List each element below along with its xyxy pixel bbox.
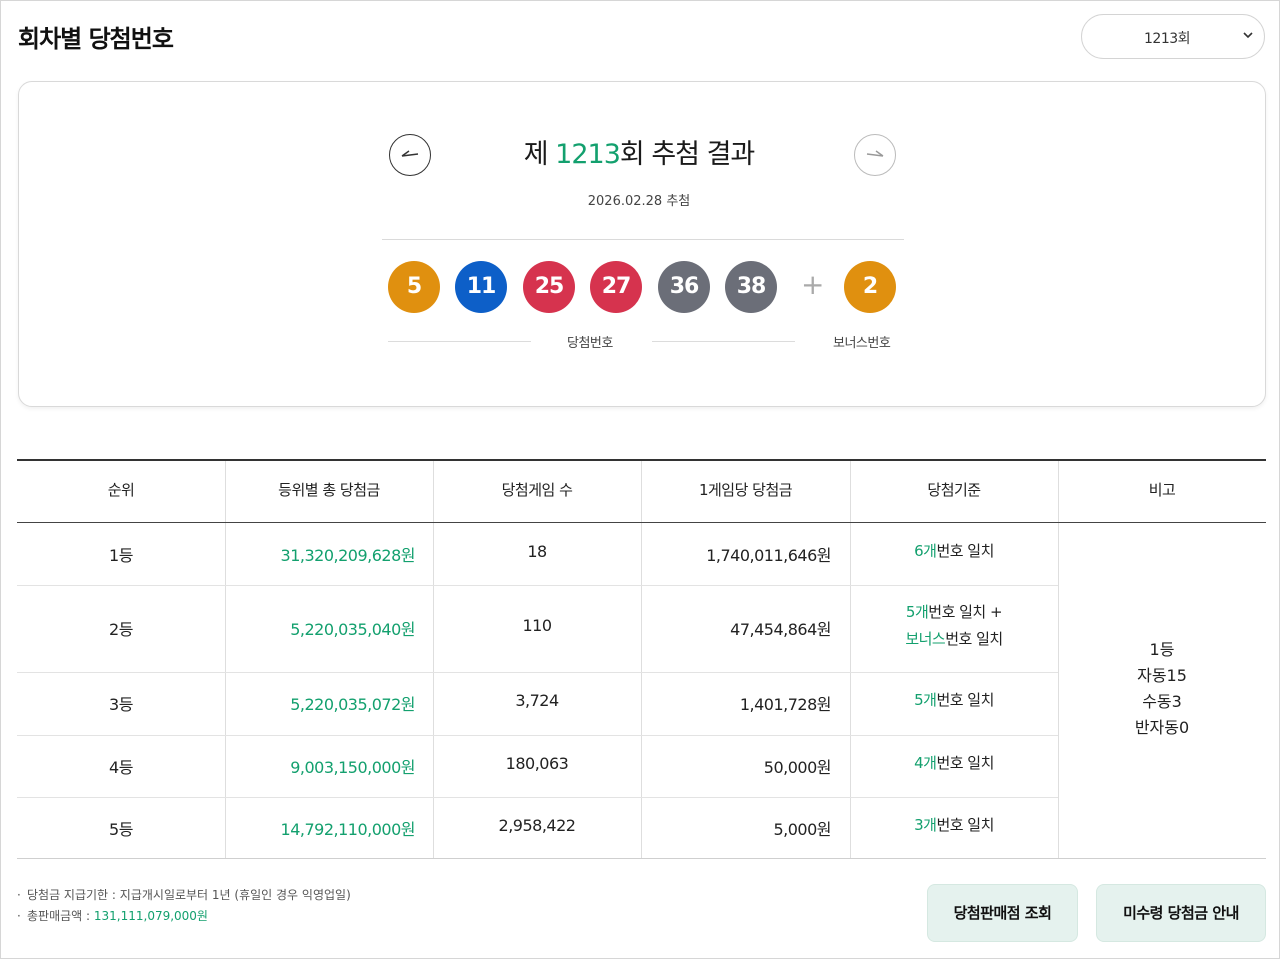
header-total-prize: 등위별 총 당첨금 [278,481,380,499]
criteria-cell: 5개번호 일치 [850,687,1058,714]
total-prize-cell: 9,003,150,000원 [290,758,415,777]
winning-ball-1: 5 [388,261,440,313]
round-select-value: 1213회 [1144,31,1191,47]
table-header-rule [17,522,1266,523]
rank-cell: 3등 [109,695,133,714]
previous-round-button[interactable] [389,134,431,176]
winning-ball-4: 27 [590,261,642,313]
remark-line: 자동15 [1137,666,1187,685]
chevron-down-icon [1243,32,1253,39]
sales-label: 총판매금액 : [27,909,94,923]
criteria-count: 4개 [914,754,937,772]
prize-per-game-cell: 1,740,011,646원 [706,546,831,565]
criteria-text: 번호 일치 [936,542,994,560]
total-prize-cell: 14,792,110,000원 [280,820,416,839]
criteria-text: 번호 일치 [936,816,994,834]
payment-notes: · 당첨금 지급기한 : 지급개시일로부터 1년 (휴일인 경우 익영업일) · 총… [17,885,351,927]
winning-ball-2: 11 [455,261,507,313]
bonus-ball: 2 [844,261,896,313]
plus-sign: + [801,268,825,301]
winner-count-cell: 18 [527,542,547,561]
sales-value: 131,111,079,000원 [93,909,208,923]
unclaimed-prize-info-button[interactable]: 미수령 당첨금 안내 [1096,884,1266,942]
row-divider [17,797,1058,798]
round-select[interactable]: 1213회 [1081,14,1265,59]
card-divider [382,239,904,240]
header-rank: 순위 [107,481,135,499]
row-divider [17,672,1058,673]
bonus-number-label: 보너스번호 [833,336,891,351]
total-prize-cell: 5,220,035,072원 [290,695,415,714]
header-prize-per-game: 1게임당 당첨금 [698,481,793,499]
rank-cell: 2등 [109,620,133,639]
arrow-left-icon [401,150,419,157]
criteria-bonus: 보너스 [905,630,946,648]
criteria-cell: 4개번호 일치 [850,750,1058,777]
winning-ball-5: 36 [658,261,710,313]
row-divider [17,735,1058,736]
draw-round-number: 1213 [555,139,621,170]
winning-ball-6: 38 [725,261,777,313]
criteria-count: 5개 [914,691,937,709]
winning-store-lookup-button[interactable]: 당첨판매점 조회 [927,884,1078,942]
criteria-text: 번호 일치 + [928,603,1003,621]
prize-per-game-cell: 1,401,728원 [739,695,832,714]
remark-line: 1등 [1149,640,1175,659]
draw-title: 제 1213회 추첨 결과 [439,132,839,171]
header-remarks: 비고 [1148,481,1176,499]
criteria-cell: 6개번호 일치 [850,538,1058,565]
label-line-right [652,341,795,342]
winner-count-cell: 110 [522,616,552,635]
column-divider [850,461,851,858]
total-prize-cell: 31,320,209,628원 [280,546,416,565]
criteria-cell: 5개번호 일치 + 보너스번호 일치 [850,599,1058,653]
rank-cell: 5등 [109,820,133,839]
deadline-value: 지급개시일로부터 1년 (휴일인 경우 익영업일) [119,888,351,902]
criteria-text: 번호 일치 [936,691,994,709]
winner-count-cell: 180,063 [505,754,569,773]
deadline-label: 당첨금 지급기한 : [27,888,120,902]
column-divider [641,461,642,858]
winner-count-cell: 2,958,422 [498,816,576,835]
prize-per-game-cell: 50,000원 [763,758,832,777]
prize-per-game-cell: 47,454,864원 [730,620,831,639]
table-bottom-border [17,858,1266,859]
remark-line: 반자동0 [1134,718,1190,737]
criteria-cell: 3개번호 일치 [850,812,1058,839]
rank-cell: 1등 [109,546,133,565]
total-sales-note: · 총판매금액 : 131,111,079,000원 [17,906,351,927]
header-criteria: 당첨기준 [927,481,981,499]
total-prize-cell: 5,220,035,040원 [290,620,415,639]
winning-numbers-label: 당첨번호 [567,336,613,351]
arrow-right-icon [866,150,884,157]
bullet: · [17,888,21,902]
remarks-cell: 1등 자동15 수동3 반자동0 [1058,637,1266,741]
draw-title-suffix: 회 추첨 결과 [619,139,755,170]
label-line-left [388,341,531,342]
column-divider [433,461,434,858]
winning-ball-3: 25 [523,261,575,313]
draw-result-card: 제 1213회 추첨 결과 2026.02.28 추첨 5 11 25 27 3… [18,81,1266,407]
remark-line: 수동3 [1142,692,1182,711]
column-divider [225,461,226,858]
next-round-button[interactable] [854,134,896,176]
criteria-count: 6개 [914,542,937,560]
header-winner-count: 당첨게임 수 [501,481,573,499]
criteria-count: 5개 [905,603,929,621]
draw-date: 2026.02.28 추첨 [587,194,691,209]
criteria-text: 번호 일치 [945,630,1003,648]
draw-title-prefix: 제 [523,139,556,170]
bullet: · [17,909,21,923]
row-divider [17,585,1058,586]
criteria-count: 3개 [914,816,937,834]
winner-count-cell: 3,724 [515,691,559,710]
criteria-text: 번호 일치 [936,754,994,772]
prize-per-game-cell: 5,000원 [773,820,831,839]
page-title: 회차별 당첨번호 [18,25,174,53]
payment-deadline-note: · 당첨금 지급기한 : 지급개시일로부터 1년 (휴일인 경우 익영업일) [17,885,351,906]
rank-cell: 4등 [109,758,133,777]
